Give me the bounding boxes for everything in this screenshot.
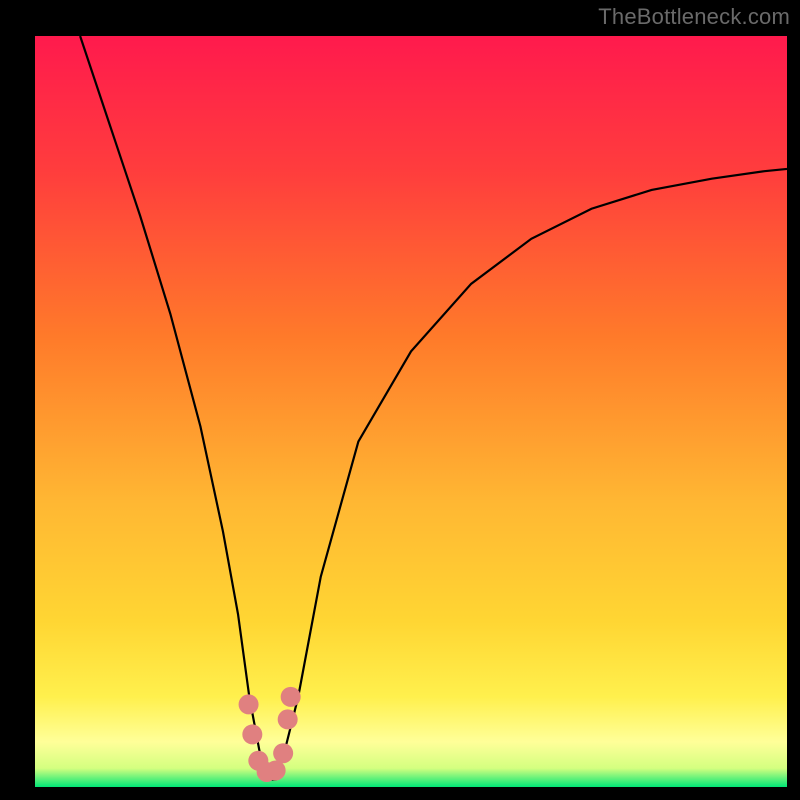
curve-marker [273, 743, 293, 763]
curve-marker [242, 724, 262, 744]
plot-background [35, 36, 787, 787]
chart-container: { "watermark": "TheBottleneck.com", "cha… [0, 0, 800, 800]
curve-marker [281, 687, 301, 707]
curve-marker [278, 709, 298, 729]
watermark-text: TheBottleneck.com [598, 4, 790, 30]
curve-marker [266, 760, 286, 780]
bottleneck-chart [0, 0, 800, 800]
curve-marker [239, 694, 259, 714]
